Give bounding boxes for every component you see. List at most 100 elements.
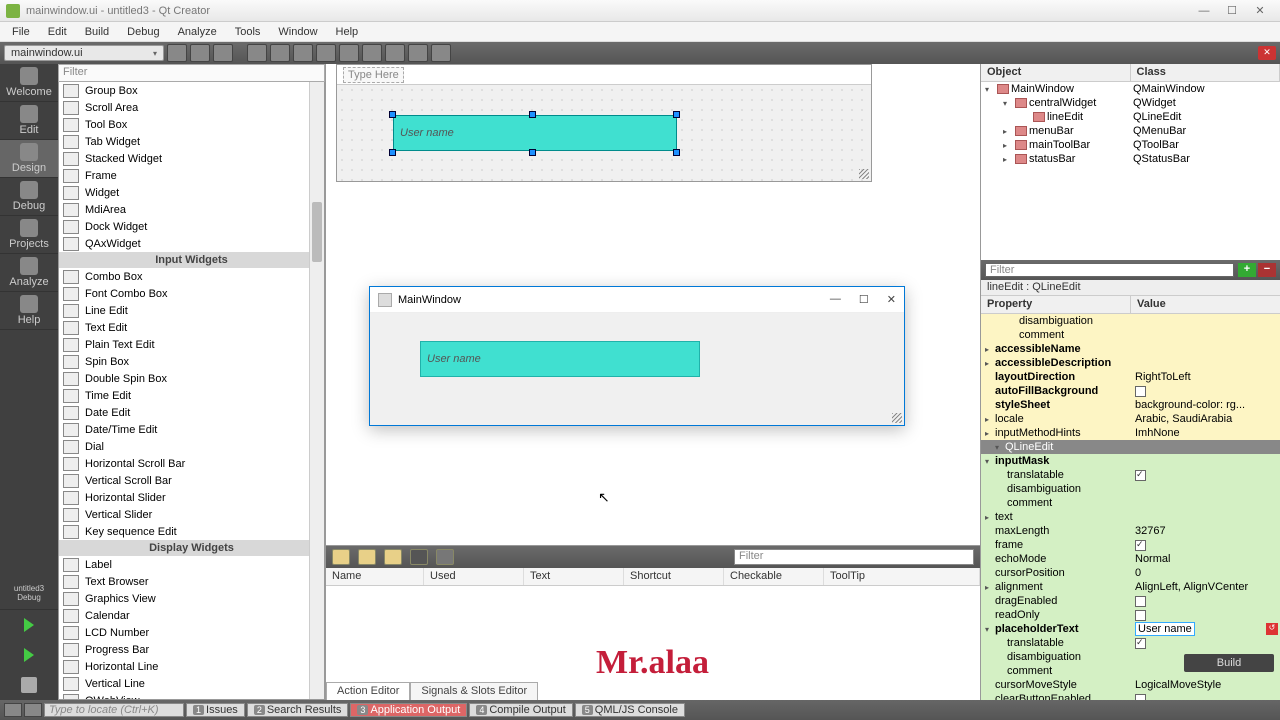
widget-item[interactable]: Vertical Line [59,675,324,692]
widget-item[interactable]: Dial [59,438,324,455]
menu-file[interactable]: File [4,24,38,40]
menu-debug[interactable]: Debug [119,24,167,40]
property-row[interactable]: clearButtonEnabled [981,692,1280,700]
status-icon[interactable] [24,703,42,717]
property-row[interactable]: ▸localeArabic, SaudiArabia [981,412,1280,426]
toolbar-button[interactable] [190,44,210,62]
mode-debug[interactable]: Debug [0,178,58,216]
property-row[interactable]: autoFillBackground [981,384,1280,398]
widget-item[interactable]: QAxWidget [59,235,324,252]
build-button[interactable]: Build [1184,654,1274,672]
preview-lineedit[interactable]: User name [420,341,700,377]
property-remove-button[interactable]: − [1258,263,1276,277]
widget-item[interactable]: Tab Widget [59,133,324,150]
output-tab[interactable]: 1Issues [186,703,245,717]
property-row[interactable]: cursorMoveStyleLogicalMoveStyle [981,678,1280,692]
preview-minimize-button[interactable]: — [830,293,841,306]
layout-button[interactable] [270,44,290,62]
widget-category[interactable]: Input Widgets [59,252,324,268]
widget-item[interactable]: Double Spin Box [59,370,324,387]
layout-button[interactable] [316,44,336,62]
widget-item[interactable]: Frame [59,167,324,184]
widget-item[interactable]: Stacked Widget [59,150,324,167]
property-section[interactable]: ▾QLineEdit [981,440,1280,454]
widget-item[interactable]: Dock Widget [59,218,324,235]
form-resize-grip[interactable] [859,169,869,179]
mode-welcome[interactable]: Welcome [0,64,58,102]
output-tab[interactable]: 3Application Output [350,703,467,717]
resize-handle[interactable] [389,149,396,156]
widget-item[interactable]: Tool Box [59,116,324,133]
property-row[interactable]: ▸accessibleName [981,342,1280,356]
tab-signals-slots[interactable]: Signals & Slots Editor [410,682,538,700]
lineedit-widget[interactable]: User name [393,115,677,151]
layout-button[interactable] [385,44,405,62]
scrollbar[interactable] [309,82,324,699]
widget-item[interactable]: Text Browser [59,573,324,590]
kit-selector[interactable]: untitled3Debug [0,576,58,610]
build-button[interactable] [0,670,58,700]
property-add-button[interactable]: + [1238,263,1256,277]
widget-item[interactable]: Scroll Area [59,99,324,116]
property-row[interactable]: readOnly [981,608,1280,622]
widget-item[interactable]: Spin Box [59,353,324,370]
property-row[interactable]: ▾placeholderTextUser name↺ [981,622,1280,636]
object-row[interactable]: ▸menuBarQMenuBar [981,124,1280,138]
preview-titlebar[interactable]: MainWindow — ☐ ✕ [370,287,904,313]
property-row[interactable]: ▸text [981,510,1280,524]
action-button[interactable] [358,549,376,565]
minimize-button[interactable]: — [1190,5,1218,17]
property-row[interactable]: frame [981,538,1280,552]
property-row[interactable]: ▸inputMethodHintsImhNone [981,426,1280,440]
open-file-dropdown[interactable]: mainwindow.ui [4,45,164,61]
action-new-button[interactable] [332,549,350,565]
resize-handle[interactable] [673,149,680,156]
property-row[interactable]: disambiguation [981,314,1280,328]
object-row[interactable]: lineEditQLineEdit [981,110,1280,124]
action-filter-input[interactable]: Filter [734,549,974,565]
toolbar-button[interactable] [167,44,187,62]
widget-item[interactable]: Group Box [59,82,324,99]
object-row[interactable]: ▾MainWindowQMainWindow [981,82,1280,96]
preview-close-button[interactable]: ✕ [887,293,896,306]
widget-item[interactable]: QWebView [59,692,324,700]
menu-edit[interactable]: Edit [40,24,75,40]
layout-button[interactable] [247,44,267,62]
property-row[interactable]: styleSheetbackground-color: rg... [981,398,1280,412]
mode-projects[interactable]: Projects [0,216,58,254]
output-tab[interactable]: 5QML/JS Console [575,703,685,717]
widget-item[interactable]: Plain Text Edit [59,336,324,353]
design-form[interactable]: Type Here User name [336,64,872,182]
mode-help[interactable]: Help [0,292,58,330]
layout-button[interactable] [339,44,359,62]
property-row[interactable]: translatable [981,468,1280,482]
widget-item[interactable]: Font Combo Box [59,285,324,302]
menu-tools[interactable]: Tools [227,24,269,40]
widget-item[interactable]: Date/Time Edit [59,421,324,438]
property-row[interactable]: maxLength32767 [981,524,1280,538]
preview-window[interactable]: MainWindow — ☐ ✕ User name [369,286,905,426]
resize-handle[interactable] [389,111,396,118]
property-row[interactable]: ▾inputMask [981,454,1280,468]
action-button[interactable] [436,549,454,565]
widget-item[interactable]: Date Edit [59,404,324,421]
widget-item[interactable]: Text Edit [59,319,324,336]
widget-item[interactable]: Widget [59,184,324,201]
debug-run-button[interactable] [0,640,58,670]
mode-design[interactable]: Design [0,140,58,178]
menu-type-here[interactable]: Type Here [343,67,404,83]
output-tab[interactable]: 2Search Results [247,703,349,717]
layout-button[interactable] [431,44,451,62]
property-row[interactable]: cursorPosition0 [981,566,1280,580]
widget-item[interactable]: LCD Number [59,624,324,641]
property-row[interactable]: echoModeNormal [981,552,1280,566]
layout-button[interactable] [362,44,382,62]
maximize-button[interactable]: ☐ [1218,4,1246,17]
widget-item[interactable]: Horizontal Line [59,658,324,675]
widget-item[interactable]: Horizontal Slider [59,489,324,506]
action-tabs[interactable]: Action Editor Signals & Slots Editor [326,682,538,700]
widget-item[interactable]: Vertical Scroll Bar [59,472,324,489]
object-row[interactable]: ▸mainToolBarQToolBar [981,138,1280,152]
resize-handle[interactable] [673,111,680,118]
tab-close-button[interactable]: ✕ [1258,46,1276,60]
